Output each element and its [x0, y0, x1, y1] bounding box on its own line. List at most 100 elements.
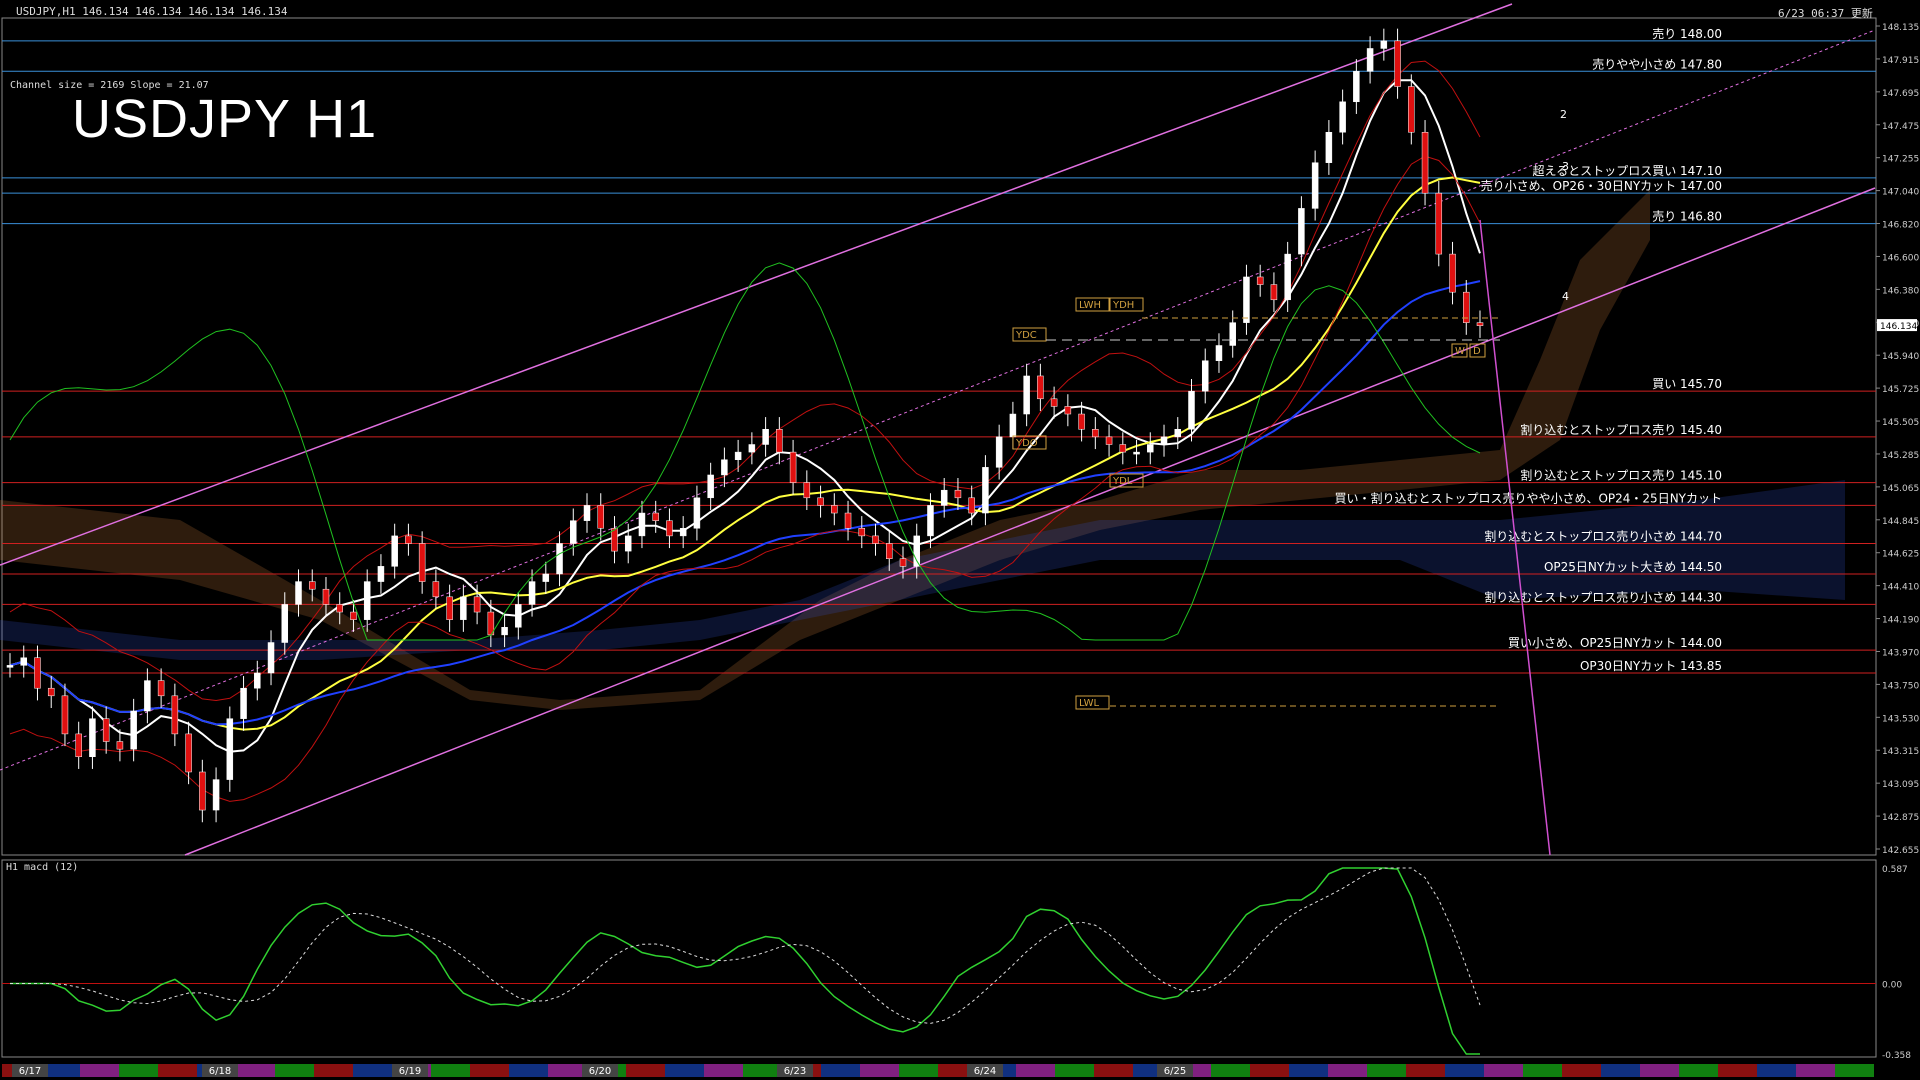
candle-body: [872, 535, 879, 544]
time-strip-cell: [704, 1064, 743, 1077]
candle-body: [982, 467, 989, 514]
time-strip-cell: [860, 1064, 899, 1077]
time-strip-cell: [1679, 1064, 1718, 1077]
time-strip-cell: [1328, 1064, 1367, 1077]
tag-label: YDO: [1015, 438, 1038, 449]
time-strip-cell: [1250, 1064, 1289, 1077]
time-strip-cell: [1562, 1064, 1601, 1077]
y-tick-label: 142.655: [1882, 846, 1919, 856]
candle-body: [913, 535, 920, 567]
candle-body: [1394, 40, 1401, 87]
candle-body: [171, 695, 179, 735]
candle-body: [144, 680, 151, 712]
candle-body: [157, 680, 165, 697]
current-price-label: 146.134: [1880, 322, 1917, 332]
price-chart: 148.135 147.915 147.695 147.475 147.255 147.0…: [0, 3, 1919, 1077]
time-strip-cell: [1523, 1064, 1562, 1077]
candle-body: [652, 512, 659, 521]
candle-body: [858, 528, 866, 537]
y-tick-label: 143.970: [1882, 648, 1919, 658]
time-strip-cell: [158, 1064, 197, 1077]
candle-body: [130, 710, 137, 750]
candle-body: [583, 505, 591, 521]
time-strip-cell: [1289, 1064, 1328, 1077]
y-tick-label: 144.410: [1882, 583, 1919, 593]
tag-label: LWL: [1079, 698, 1100, 709]
y-tick-label: 144.190: [1882, 616, 1919, 626]
candle-body: [748, 444, 756, 453]
candle-body: [281, 604, 289, 643]
candle-body: [1050, 398, 1058, 407]
time-strip-cell: [1484, 1064, 1523, 1077]
candle-body: [666, 520, 673, 537]
candle-body: [611, 528, 618, 552]
time-strip-cell: [1718, 1064, 1757, 1077]
candle-body: [570, 520, 577, 544]
candle-body: [638, 512, 646, 537]
candle-body: [886, 543, 893, 559]
y-tick-label: 147.255: [1882, 155, 1919, 165]
time-strip-cell: [1055, 1064, 1094, 1077]
candle-body: [1229, 322, 1236, 346]
date-label: 6/24: [974, 1066, 996, 1077]
y-tick-label: 145.725: [1882, 385, 1919, 395]
candle-body: [899, 558, 907, 567]
y-tick-label: 147.695: [1882, 89, 1919, 99]
candle-body: [597, 505, 604, 529]
candle-body: [1147, 444, 1154, 453]
level-label: 割り込むとストップロス売り小さめ 144.30: [1484, 589, 1722, 604]
time-strip-cell: [509, 1064, 548, 1077]
candle-body: [515, 604, 522, 628]
candle-body: [1201, 360, 1209, 392]
candle-body: [240, 687, 247, 719]
candle-body: [968, 497, 975, 514]
tag-label: LWH: [1079, 300, 1101, 311]
tag-label: YDH: [1112, 300, 1134, 311]
time-strip-cell: [353, 1064, 392, 1077]
candle-body: [34, 657, 41, 689]
candle-body: [762, 429, 769, 445]
wave-label: 3: [1562, 160, 1569, 173]
level-label: 売り 146.80: [1652, 209, 1722, 224]
candle-body: [267, 642, 275, 674]
date-label: 6/18: [209, 1066, 231, 1077]
wave-label: 2: [1560, 108, 1567, 121]
candle-body: [102, 718, 110, 742]
candle-body: [418, 543, 426, 582]
symbol-info: USDJPY,H1 146.134 146.134 146.134 146.13…: [16, 5, 288, 18]
time-strip-cell: [626, 1064, 665, 1077]
macd-signal-line: [10, 867, 1481, 1024]
candle-body: [1133, 451, 1140, 455]
candle-body: [446, 596, 453, 620]
candle-body: [954, 489, 962, 499]
candle-body: [322, 588, 330, 605]
time-strip-cell: [1601, 1064, 1640, 1077]
time-strip-cell: [899, 1064, 938, 1077]
macd-label: H1 macd (12): [6, 862, 79, 873]
candle-body: [1256, 276, 1264, 285]
candle-body: [707, 474, 714, 499]
candle-body: [199, 771, 206, 811]
time-strip-cell: [314, 1064, 353, 1077]
candle-body: [679, 528, 687, 537]
level-label: 超えるとストップロス買い 147.10: [1533, 163, 1722, 178]
candle-body: [734, 451, 742, 460]
macd-plot-frame: [1, 859, 1877, 1058]
date-label: 6/23: [784, 1066, 806, 1077]
candle-body: [1064, 406, 1072, 415]
chart-title: USDJPY H1: [72, 89, 378, 149]
time-strip-cell: [1367, 1064, 1406, 1077]
candle-body: [1298, 208, 1305, 255]
candle-body: [308, 581, 316, 590]
y-tick-label: 146.380: [1882, 286, 1919, 296]
level-label: 売り小さめ、OP26・30日NYカット 147.00: [1481, 178, 1722, 193]
candle-body: [1435, 192, 1443, 255]
level-label: 割り込むとストップロス売り小さめ 144.70: [1484, 529, 1722, 544]
y-tick-label: 143.315: [1882, 747, 1919, 757]
tag-label: W: [1455, 346, 1465, 357]
candle-body: [1449, 253, 1456, 293]
candle-body: [940, 489, 948, 506]
candle-body: [501, 627, 508, 636]
candle-body: [336, 604, 343, 613]
time-strip-cell: [236, 1064, 275, 1077]
